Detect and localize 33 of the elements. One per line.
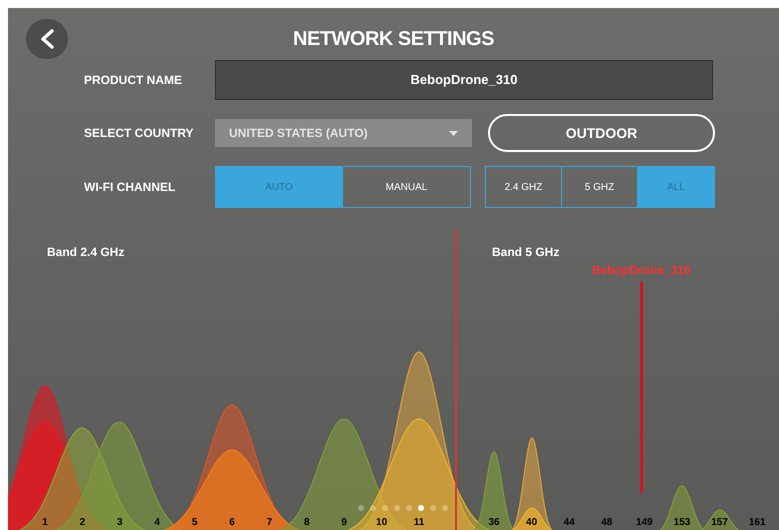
channel-label: 161 — [748, 517, 767, 529]
page-title: NETWORK SETTINGS — [293, 27, 494, 52]
caret-icon — [449, 130, 458, 136]
field-label: SELECT COUNTRY — [84, 125, 195, 142]
field-label: WI-FI CHANNEL — [84, 179, 176, 196]
channel-label: 9 — [340, 517, 348, 529]
network-marker-label: BebopDrone_310 — [592, 262, 691, 279]
channel-label: 40 — [525, 517, 538, 529]
back-button[interactable] — [26, 19, 68, 59]
band-label: Band 2.4 GHz — [47, 244, 124, 261]
outdoor-button[interactable]: OUTDOOR — [488, 114, 715, 152]
channel-label: 44 — [562, 517, 576, 529]
back-icon — [40, 29, 54, 49]
segment-tab[interactable]: 2.4 GHZ — [486, 167, 562, 207]
band-label: Band 5 GHz — [492, 244, 560, 261]
segment-tab[interactable]: MANUAL — [343, 167, 470, 207]
channel-label: 3 — [116, 517, 124, 529]
channel-label: 153 — [672, 517, 692, 529]
channel-label: 11 — [412, 517, 426, 529]
product-name-field[interactable]: BebopDrone_310 — [215, 60, 713, 100]
channel-label: 8 — [303, 517, 311, 529]
field-label: PRODUCT NAME — [84, 72, 183, 89]
channel-label: 48 — [600, 517, 614, 529]
channel-label: 10 — [375, 517, 388, 529]
channel-label: 5 — [190, 517, 198, 529]
channel-label: 36 — [487, 517, 501, 529]
channel-label: 7 — [266, 517, 274, 529]
channel-label: 157 — [710, 517, 729, 529]
channel-label: 4 — [153, 517, 161, 529]
channel-label: 2 — [78, 517, 86, 529]
channel-label: 1 — [41, 517, 49, 529]
channel-label: 149 — [635, 517, 654, 529]
channel-label: 6 — [228, 517, 236, 529]
